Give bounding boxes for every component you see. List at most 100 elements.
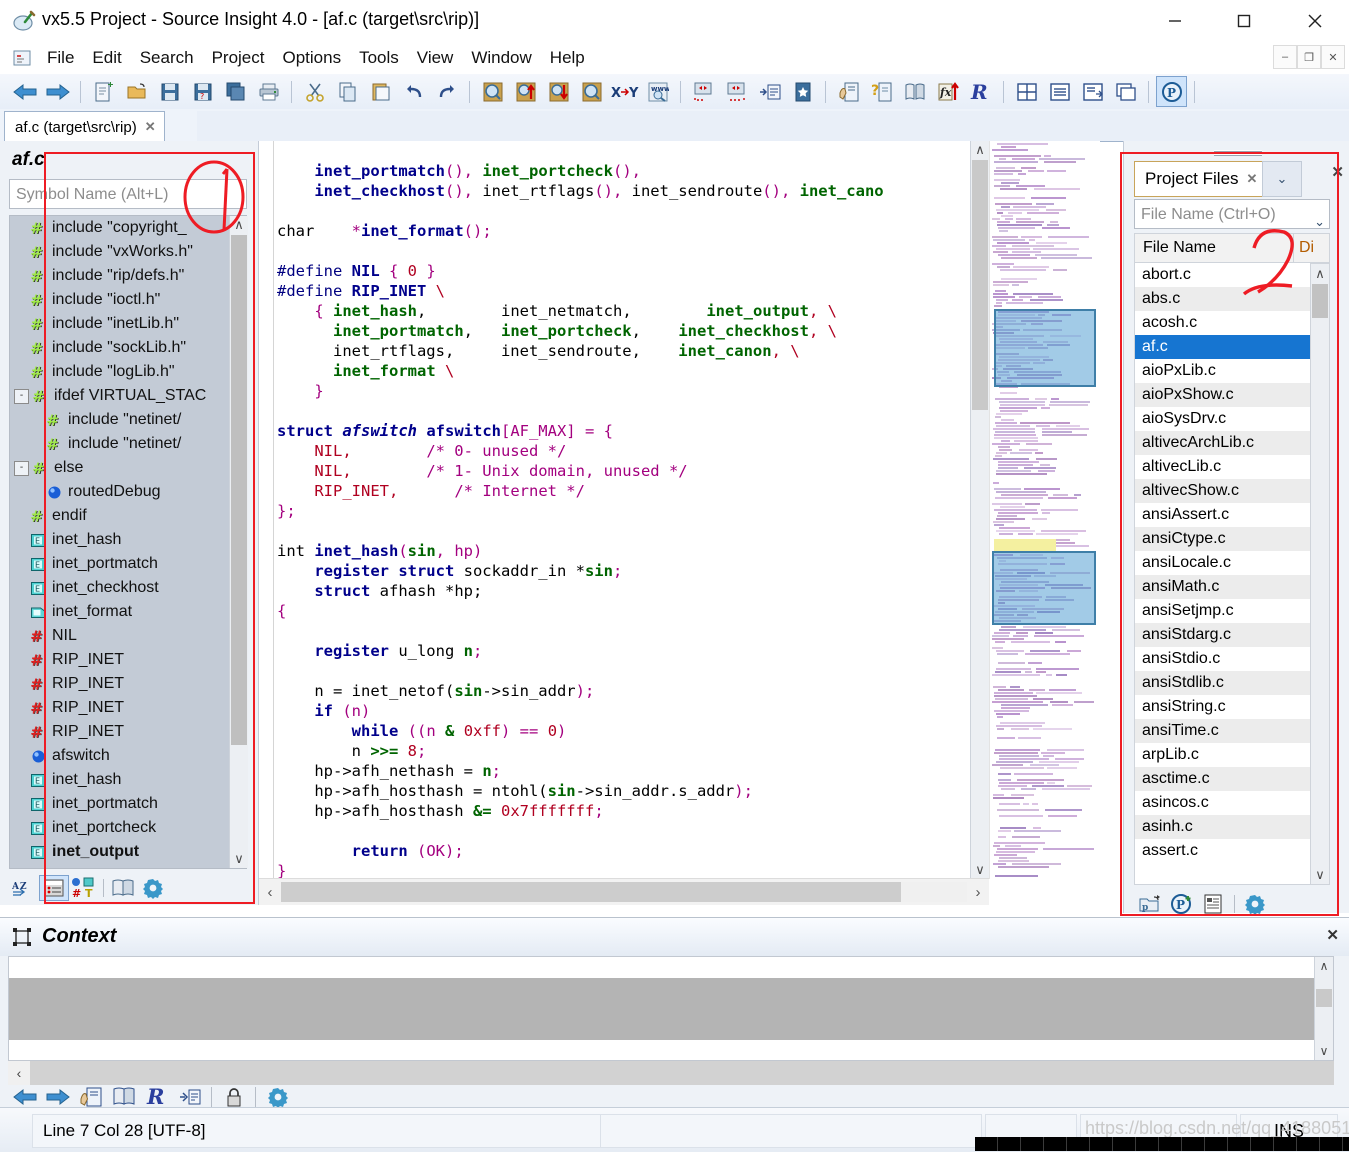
back-arrow-icon[interactable] [9,76,40,107]
cascade-icon[interactable] [1110,76,1141,107]
scroll-right-icon[interactable]: › [967,884,989,901]
symbol-list-item[interactable]: - # # else [10,456,246,480]
save-icon[interactable] [154,76,185,107]
document-tab-af-c[interactable]: af.c (target\src\rip) ✕ [4,111,165,142]
panel-drag-grip[interactable] [1214,150,1262,156]
mdi-restore-button[interactable]: ❐ [1297,45,1321,69]
tree-expander-icon[interactable]: - [14,460,29,476]
symbol-list-item[interactable]: # # include "inetLib.h" [10,312,246,336]
project-file-row[interactable]: aioPxLib.c [1135,359,1310,383]
symbol-list-icon[interactable] [39,875,69,901]
project-file-list[interactable]: abort.c abs.c acosh.c af.c aioPxLib.c aioPxSh… [1134,263,1310,885]
symbol-list-item[interactable]: Einet_portcheck [10,816,246,840]
scrollbar-thumb[interactable] [972,160,988,410]
project-file-row[interactable]: ansiAssert.c [1135,503,1310,527]
scrollbar-thumb[interactable] [281,882,901,902]
search-icon[interactable] [477,76,508,107]
project-file-list-scrollbar[interactable]: ∧ ∨ [1310,263,1330,885]
file-name-filter-input[interactable]: File Name (Ctrl+O) ⌄ [1134,199,1330,229]
options-gear-icon[interactable] [138,875,168,901]
project-file-row[interactable]: ansiSetjmp.c [1135,599,1310,623]
menu-help[interactable]: Help [541,45,594,71]
scroll-left-icon[interactable]: ‹ [259,884,281,901]
undo-icon[interactable] [398,76,429,107]
project-file-row[interactable]: aioPxShow.c [1135,383,1310,407]
project-file-row[interactable]: ansiStdlib.c [1135,671,1310,695]
symbol-list-item[interactable]: Einet_hash [10,528,246,552]
code-editor[interactable]: inet_portmatch(), inet_portcheck(), inet… [259,141,1100,905]
mdi-minimize-button[interactable]: – [1273,45,1297,69]
scrollbar-thumb[interactable] [1312,284,1328,318]
project-report-icon[interactable] [1198,890,1230,918]
symbol-list-item[interactable]: # # include "copyright_ [10,216,246,240]
function-jump-icon[interactable]: fx [932,76,963,107]
symbol-list-item[interactable]: Einet_hash [10,768,246,792]
print-icon[interactable] [253,76,284,107]
symbol-list-item[interactable]: # # include "sockLib.h" [10,336,246,360]
format-list-icon[interactable] [754,76,785,107]
menu-window[interactable]: Window [462,45,540,71]
hscroll-track[interactable] [281,882,967,902]
symbol-list-item[interactable]: # # include "netinet/ [10,432,246,456]
relation-window-icon[interactable]: R [965,76,996,107]
context-vertical-scrollbar[interactable]: ∧ ∨ [1314,957,1333,1060]
search-web-icon[interactable]: www [642,76,673,107]
replace-icon[interactable]: XY [609,76,640,107]
copy-icon[interactable] [332,76,363,107]
tree-expander-icon[interactable]: - [14,388,29,404]
redo-icon[interactable] [431,76,462,107]
column-header-dir[interactable]: Di [1294,239,1329,257]
close-button[interactable] [1292,0,1338,42]
indent-left-icon[interactable] [688,76,719,107]
symbol-list-item[interactable]: inet_format [10,600,246,624]
bookmark-icon[interactable] [787,76,818,107]
project-file-row[interactable]: ansiLocale.c [1135,551,1310,575]
menu-file[interactable]: File [38,45,83,71]
close-icon[interactable]: ✕ [1326,926,1339,944]
project-file-row[interactable]: asctime.c [1135,767,1310,791]
browse-icon[interactable] [108,875,138,901]
search-files-icon[interactable] [576,76,607,107]
search-up-icon[interactable] [510,76,541,107]
symbol-list-item[interactable]: Einet_output [10,840,246,864]
open-project-icon[interactable]: p [1134,890,1166,918]
symbol-list-item[interactable]: Einet_checkhost [10,576,246,600]
scroll-down-icon[interactable]: ∨ [1315,1042,1333,1060]
symbol-list-item[interactable]: routedDebug [10,480,246,504]
project-icon[interactable]: P [1156,76,1187,107]
project-file-row[interactable]: ansiString.c [1135,695,1310,719]
new-project-icon[interactable]: P [1166,890,1198,918]
clip-window-icon[interactable] [833,76,864,107]
symbol-list-item[interactable]: # # RIP_INET [10,720,246,744]
symbol-list-item[interactable]: Einet_portmatch [10,552,246,576]
scroll-down-icon[interactable]: ∨ [230,850,248,868]
symbol-list-item[interactable]: # # RIP_INET [10,648,246,672]
project-file-row[interactable]: ansiStdio.c [1135,647,1310,671]
symbol-list-item[interactable]: # # RIP_INET [10,672,246,696]
symbol-list-item[interactable]: # # include "ioctl.h" [10,288,246,312]
minimap-viewport-selection-secondary[interactable] [992,551,1096,625]
mdi-close-button[interactable]: ✕ [1321,45,1345,69]
symbol-list-item[interactable]: # # NIL [10,624,246,648]
symbol-list-scrollbar[interactable]: ∧ ∨ [229,216,248,868]
save-all-icon[interactable] [220,76,251,107]
source-code-text[interactable]: inet_portmatch(), inet_portcheck(), inet… [277,161,884,881]
scroll-down-icon[interactable]: ∨ [971,861,989,879]
symbol-list[interactable]: # # include "copyright_ # # include "vxWorks.… [9,215,247,869]
symbol-list-item[interactable]: # # RIP_INET [10,696,246,720]
tab-overflow-chevron-down-icon[interactable]: ⌄ [1262,161,1302,197]
menu-tools[interactable]: Tools [350,45,408,71]
scroll-up-icon[interactable]: ∧ [230,216,248,234]
project-file-row[interactable]: altivecLib.c [1135,455,1310,479]
open-folder-icon[interactable] [121,76,152,107]
scroll-up-icon[interactable]: ∧ [1311,264,1329,283]
tile-icon[interactable] [1011,76,1042,107]
close-icon[interactable]: ✕ [1247,171,1258,187]
maximize-button[interactable] [1221,0,1267,42]
project-file-row[interactable]: assert.c [1135,839,1310,863]
project-file-row[interactable]: ansiCtype.c [1135,527,1310,551]
symbol-list-item[interactable]: - # # ifdef VIRTUAL_STAC [10,384,246,408]
project-file-row[interactable]: abs.c [1135,287,1310,311]
project-file-row[interactable]: af.c [1135,335,1310,359]
panel-close-icon[interactable]: ✕ [1331,163,1344,181]
